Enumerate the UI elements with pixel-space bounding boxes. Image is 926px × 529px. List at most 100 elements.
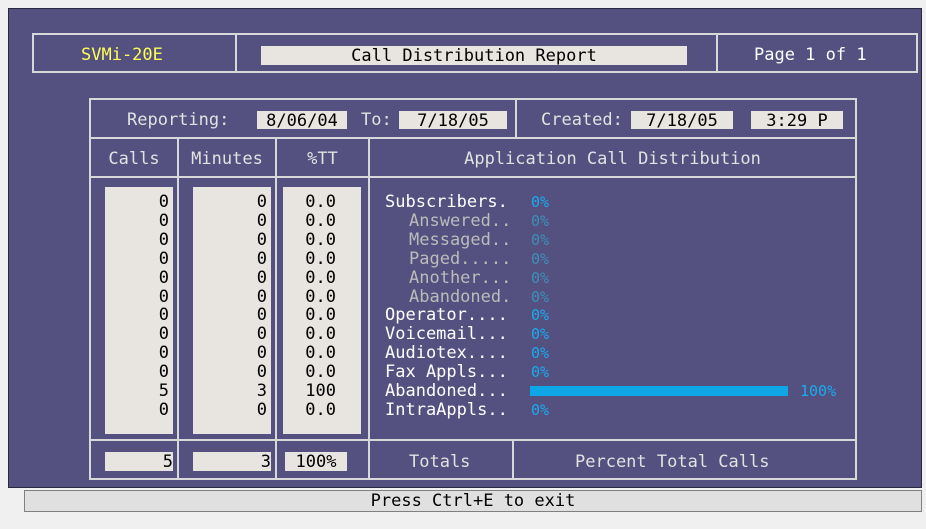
table-frame-bottom	[89, 478, 857, 480]
row-minutes: 3	[256, 381, 267, 401]
col-divider-minutes	[275, 137, 277, 480]
status-bar: Press Ctrl+E to exit	[24, 490, 922, 512]
row-calls: 0	[158, 210, 169, 231]
reporting-to-date: 7/18/05	[399, 111, 507, 131]
row-minutes: 0	[256, 229, 267, 250]
row-label: Abandoned...	[385, 381, 508, 401]
row-bar-pct: 100%	[800, 382, 837, 400]
row-pct: 0.0	[305, 286, 336, 307]
totals-row-divider	[89, 439, 857, 441]
row-pct: 0.0	[305, 248, 336, 269]
terminal-screen: SVMi-20E Call Distribution Report Page 1…	[0, 0, 926, 529]
row-bar	[530, 386, 788, 396]
header-frame-right	[916, 33, 918, 73]
row-calls: 0	[158, 343, 169, 364]
row-bar-pct: 0%	[531, 363, 550, 382]
col-header-calls: Calls	[108, 149, 160, 169]
totals-minutes: 3	[193, 452, 271, 472]
report-window: SVMi-20E Call Distribution Report Page 1…	[8, 8, 922, 488]
row-bar-pct: 0%	[531, 230, 550, 249]
row-calls: 0	[158, 324, 169, 345]
row-pct: 0.0	[305, 399, 336, 420]
reporting-label: Reporting:	[127, 110, 230, 130]
row-bar-pct: 0%	[531, 211, 550, 230]
row-calls: 0	[158, 305, 169, 326]
row-minutes: 0	[256, 267, 267, 288]
row-bar-pct: 0%	[531, 249, 550, 268]
report-title: Call Distribution Report	[261, 46, 687, 66]
row-calls: 0	[158, 399, 169, 420]
row-bar-pct: 0%	[531, 344, 550, 363]
totals-divider	[512, 439, 514, 480]
row-label: Operator....	[385, 305, 508, 326]
header-frame-top	[32, 33, 918, 35]
row-bar-pct: 0%	[531, 287, 550, 306]
table-frame-top	[89, 98, 857, 100]
row-label: Fax Appls...	[385, 362, 508, 383]
header-frame-bottom	[32, 71, 918, 73]
col-divider-pct	[368, 137, 370, 480]
row-pct: 0.0	[305, 324, 336, 345]
row-calls: 5	[158, 381, 169, 401]
percent-total-label: Percent Total Calls	[575, 452, 770, 472]
row-pct: 0.0	[305, 267, 336, 288]
totals-label: Totals	[409, 452, 471, 472]
row-label: Voicemail...	[385, 324, 508, 345]
row-bar-pct: 0%	[531, 268, 550, 287]
row-label: Abandoned.	[409, 286, 512, 307]
row-minutes: 0	[256, 343, 267, 364]
row-pct: 0.0	[305, 305, 336, 326]
row-minutes: 0	[256, 324, 267, 345]
row-label: Audiotex....	[385, 343, 508, 364]
row-minutes: 0	[256, 305, 267, 326]
totals-pct: 100%	[285, 452, 347, 472]
row-pct: 0.0	[305, 343, 336, 364]
reporting-divider	[515, 98, 517, 139]
row-label: Messaged..	[409, 229, 512, 250]
created-date: 7/18/05	[631, 111, 733, 131]
header-frame-left	[32, 33, 34, 73]
row-bar-pct: 0%	[531, 325, 550, 344]
totals-calls: 5	[105, 452, 173, 472]
row-minutes: 0	[256, 286, 267, 307]
row-pct: 0.0	[305, 192, 336, 212]
reporting-row-divider	[89, 137, 857, 139]
row-minutes: 0	[256, 210, 267, 231]
row-pct: 100	[305, 381, 336, 401]
row-bar-pct: 0%	[531, 306, 550, 325]
col-divider-calls	[177, 137, 179, 480]
col-header-minutes: Minutes	[191, 149, 263, 169]
header-divider-2	[716, 33, 718, 73]
created-label: Created:	[541, 110, 623, 130]
header-divider-1	[235, 33, 237, 73]
col-header-distribution: Application Call Distribution	[464, 149, 761, 169]
created-time: 3:29 P	[751, 111, 843, 131]
row-calls: 0	[158, 267, 169, 288]
row-pct: 0.0	[305, 210, 336, 231]
to-label: To:	[361, 110, 392, 130]
row-label: Paged.....	[409, 248, 512, 269]
reporting-from-date: 8/06/04	[257, 111, 347, 131]
row-bar-pct: 0%	[531, 193, 550, 211]
col-header-pct: %TT	[307, 149, 338, 169]
row-minutes: 0	[256, 362, 267, 383]
row-label: Subscribers.	[385, 192, 508, 212]
row-bar-pct: 0%	[531, 400, 550, 419]
row-calls: 0	[158, 362, 169, 383]
row-label: Answered..	[409, 210, 512, 231]
row-calls: 0	[158, 192, 169, 212]
row-pct: 0.0	[305, 362, 336, 383]
row-minutes: 0	[256, 192, 267, 212]
row-label: Another...	[409, 267, 512, 288]
row-calls: 0	[158, 248, 169, 269]
table-frame-right	[855, 98, 857, 480]
page-label: Page 1 of 1	[754, 45, 867, 65]
header-row-divider	[89, 176, 857, 178]
row-calls: 0	[158, 229, 169, 250]
row-pct: 0.0	[305, 229, 336, 250]
row-minutes: 0	[256, 399, 267, 420]
app-name: SVMi-20E	[81, 45, 163, 65]
row-minutes: 0	[256, 248, 267, 269]
row-calls: 0	[158, 286, 169, 307]
row-label: IntraAppls..	[385, 399, 508, 420]
